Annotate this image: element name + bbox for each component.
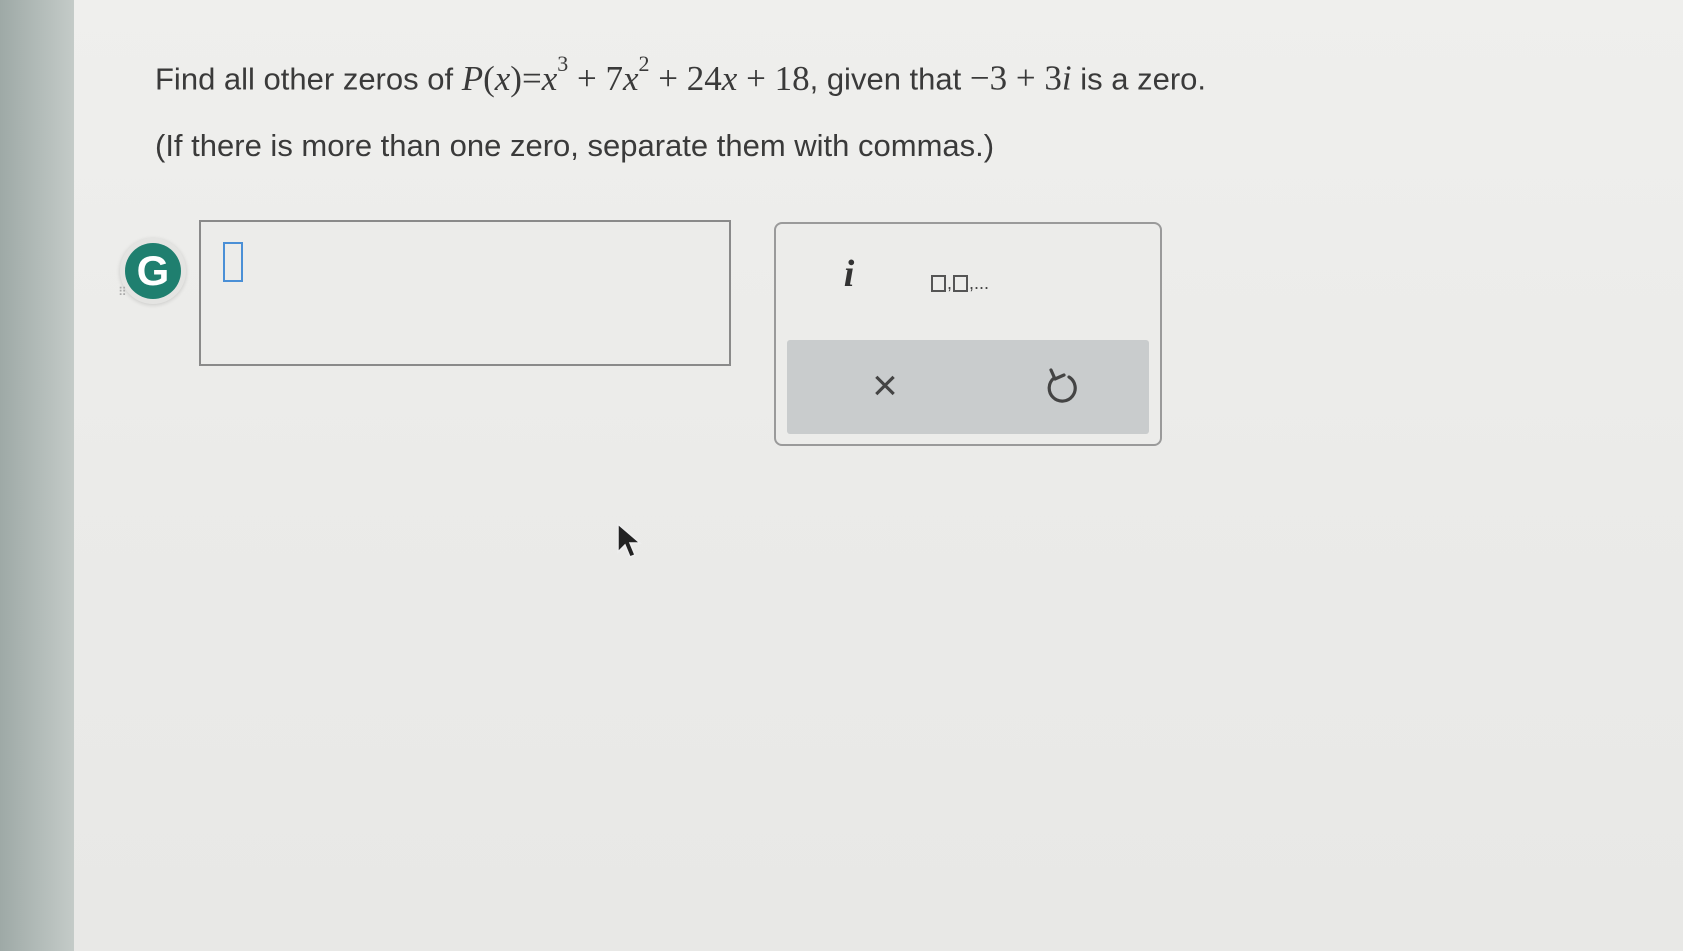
- grammarly-badge[interactable]: G ⠿: [118, 238, 186, 304]
- box-placeholder-icon: [931, 275, 946, 292]
- plus-sign: +: [568, 58, 606, 98]
- term2-exponent: 2: [638, 51, 650, 76]
- polynomial-expression: P(x)=x3 + 7x2 + 24x + 18: [461, 51, 810, 98]
- given-zero-imag-unit: i: [1061, 58, 1072, 98]
- given-zero-real: −3: [969, 58, 1008, 98]
- undo-button[interactable]: [1037, 360, 1087, 414]
- constant-term: 18: [774, 58, 810, 98]
- question-middle: , given that: [809, 61, 970, 97]
- given-zero-imag-coef: 3: [1044, 58, 1062, 98]
- equals-sign: =: [521, 58, 542, 98]
- term1-base: x: [541, 58, 558, 98]
- palette-action-bar: ×: [787, 340, 1149, 434]
- ellipsis-text: ,...: [969, 273, 990, 293]
- plus-sign: +: [1007, 58, 1045, 98]
- plus-sign: +: [737, 58, 775, 98]
- term2-base: x: [623, 58, 639, 98]
- close-paren: ): [510, 58, 522, 98]
- list-template-button[interactable]: , ,...: [931, 268, 1021, 292]
- comma-text: ,: [947, 273, 953, 293]
- function-name: P: [461, 58, 484, 98]
- drag-handle-icon[interactable]: ⠿: [118, 286, 127, 298]
- undo-icon: [1047, 368, 1077, 403]
- answer-input[interactable]: [199, 220, 731, 366]
- question-prefix: Find all other zeros of: [155, 61, 462, 97]
- term2-coefficient: 7: [605, 58, 624, 98]
- instruction-text: (If there is more than one zero, separat…: [155, 128, 995, 163]
- math-palette: i , ,... ×: [774, 222, 1162, 446]
- mouse-pointer-icon: [617, 522, 643, 558]
- imaginary-unit-button[interactable]: i: [834, 254, 864, 294]
- open-paren: (: [483, 58, 495, 98]
- question-text: Find all other zeros of P(x)=x3 + 7x2 + …: [155, 50, 1206, 100]
- question-suffix: is a zero.: [1071, 61, 1206, 97]
- left-edge-strip: [0, 0, 74, 951]
- clear-button[interactable]: ×: [855, 356, 915, 416]
- term3-variable: x: [721, 58, 738, 98]
- given-zero: −3 + 3i: [970, 59, 1072, 98]
- answer-entry-slot[interactable]: [223, 242, 243, 282]
- term3-coefficient: 24: [686, 58, 722, 98]
- term1-exponent: 3: [557, 51, 569, 76]
- box-placeholder-icon: [953, 275, 969, 292]
- plus-sign: +: [649, 58, 687, 98]
- function-variable: x: [494, 58, 511, 98]
- grammarly-g-icon: G: [125, 243, 181, 299]
